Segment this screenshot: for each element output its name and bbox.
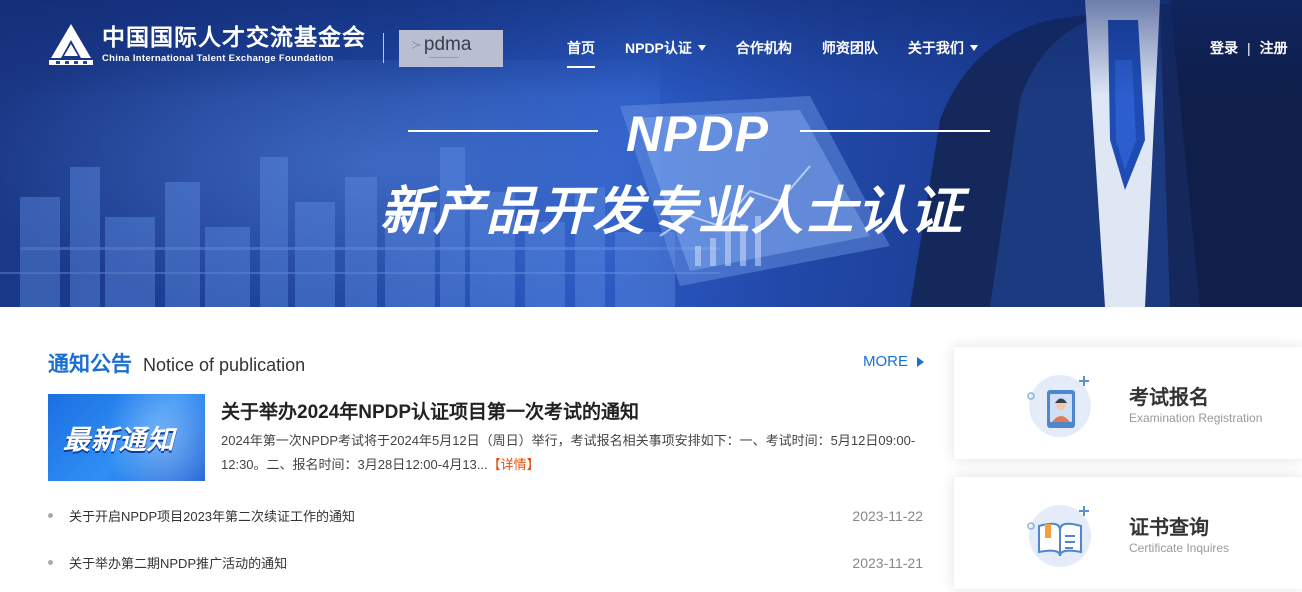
featured-summary-text: 2024年第一次NPDP考试将于2024年5月12日（周日）举行，考试报名相关事… (221, 433, 916, 472)
hero-line-left (408, 130, 598, 132)
auth-divider: | (1247, 40, 1251, 56)
logo-name-en: China International Talent Exchange Foun… (102, 52, 334, 64)
main-nav: 首页 NPDP认证 合作机构 师资团队 关于我们 (567, 38, 1008, 68)
nav-item-label: 师资团队 (821, 40, 878, 56)
featured-notice-summary: 2024年第一次NPDP考试将于2024年5月12日（周日）举行，考试报名相关事… (221, 429, 923, 477)
certificate-inquiry-card[interactable]: 证书查询 Certificate Inquires (954, 477, 1302, 589)
news-date: 2023-11-21 (852, 554, 923, 571)
hero-banner: 中国国际人才交流基金会 China International Talent E… (0, 0, 1302, 307)
hero-slogan: 新产品开发专业人士认证 (380, 183, 964, 241)
nav-item-faculty[interactable]: 师资团队 (822, 38, 878, 58)
bullet-icon (48, 560, 53, 565)
logo-name-cn: 中国国际人才交流基金会 (102, 23, 366, 50)
card-title: 考试报名 (1129, 387, 1209, 409)
hero-heading: NPDP (626, 106, 769, 162)
pdma-logo[interactable]: ≻ pdma —————— (399, 30, 503, 67)
notices-title-cn: 通知公告 (48, 353, 132, 376)
card-subtitle: Certificate Inquires (1129, 541, 1230, 555)
nav-item-label: 合作机构 (735, 40, 792, 56)
pdma-wordmark: pdma (423, 34, 472, 55)
register-link[interactable]: 注册 (1260, 38, 1288, 58)
list-item[interactable]: 关于举办第二期NPDP推广活动的通知 2023-11-21 (48, 553, 923, 572)
certificate-icon (1027, 505, 1091, 567)
news-title[interactable]: 关于开启NPDP项目2023年第二次续证工作的通知 (69, 506, 355, 525)
registration-icon (1027, 375, 1091, 437)
logo-text: 中国国际人才交流基金会 China International Talent E… (102, 23, 366, 66)
notices-title-en: Notice of publication (143, 355, 306, 375)
list-item[interactable]: 关于开启NPDP项目2023年第二次续证工作的通知 2023-11-22 (48, 506, 923, 525)
featured-image-text: 最新通知 (63, 425, 175, 455)
featured-notice-title[interactable]: 关于举办2024年NPDP认证项目第一次考试的通知 (221, 397, 639, 424)
auth-links: 登录 | 注册 (1210, 38, 1288, 58)
more-link[interactable]: MORE (863, 353, 924, 370)
news-date: 2023-11-22 (852, 507, 923, 524)
exam-registration-card[interactable]: 考试报名 Examination Registration (954, 347, 1302, 459)
caret-down-icon (697, 45, 706, 51)
pdma-tagline-graphic: —————— (429, 55, 459, 61)
hero-line-right (800, 130, 990, 132)
more-label: MORE (863, 353, 908, 370)
nav-item-partners[interactable]: 合作机构 (736, 38, 792, 58)
card-title: 证书查询 (1129, 517, 1209, 539)
nav-item-npdp-certification[interactable]: NPDP认证 (625, 38, 706, 58)
notices-section-title: 通知公告 Notice of publication (48, 348, 305, 378)
featured-notice-image[interactable]: 最新通知 (48, 394, 205, 481)
nav-item-label: NPDP认证 (625, 40, 692, 56)
caret-down-icon (969, 45, 978, 51)
logo-divider (383, 33, 384, 63)
triangle-right-icon (917, 356, 924, 367)
card-subtitle: Examination Registration (1129, 411, 1263, 425)
nav-item-label: 首页 (567, 40, 595, 56)
bullet-icon (48, 513, 53, 518)
news-title[interactable]: 关于举办第二期NPDP推广活动的通知 (69, 553, 287, 572)
foundation-logo[interactable]: 中国国际人才交流基金会 China International Talent E… (48, 22, 366, 66)
detail-link[interactable]: 【详情】 (488, 457, 540, 472)
foundation-emblem-icon (49, 24, 93, 65)
pdma-arrow-icon: ≻ (411, 37, 422, 52)
nav-item-label: 关于我们 (907, 40, 964, 56)
login-link[interactable]: 登录 (1210, 38, 1238, 58)
nav-item-about-us[interactable]: 关于我们 (908, 38, 978, 58)
nav-item-home[interactable]: 首页 (567, 38, 595, 68)
